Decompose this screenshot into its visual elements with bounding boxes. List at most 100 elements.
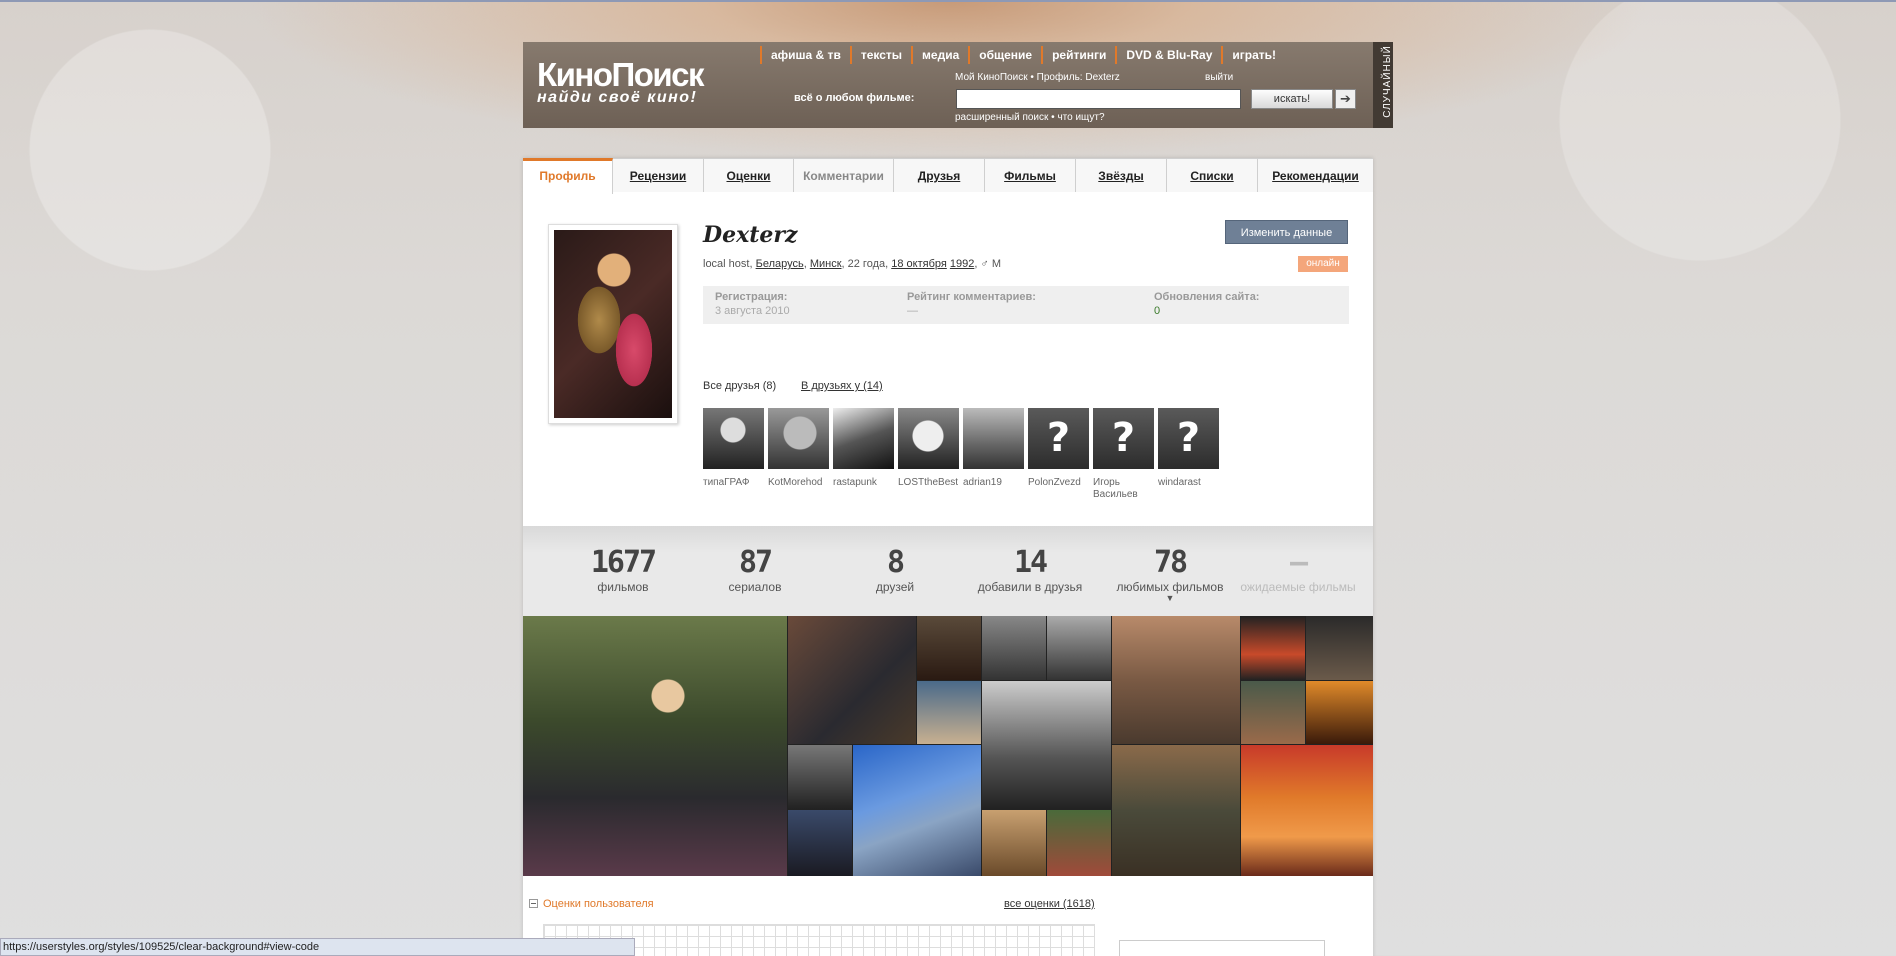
friend-item[interactable]: ? Игорь Васильев	[1093, 408, 1158, 501]
film-still[interactable]	[1047, 810, 1111, 876]
advanced-search-link[interactable]: расширенный поиск • что ищут?	[955, 112, 1105, 123]
user-ratings-header[interactable]: Оценки пользователя	[529, 898, 654, 910]
nav-item-afisha[interactable]: афиша & тв	[760, 46, 850, 64]
comments-rating-label: Рейтинг комментариев:	[907, 291, 1036, 303]
counter-series[interactable]: 87 сериалов	[695, 548, 815, 595]
updates-value: 0	[1154, 305, 1161, 317]
question-mark-icon[interactable]: ?	[1093, 408, 1154, 469]
nav-item-play[interactable]: играть!	[1221, 46, 1285, 64]
country-link[interactable]: Беларусь	[756, 258, 804, 270]
film-still[interactable]	[982, 616, 1046, 680]
all-friends-tab[interactable]: Все друзья (8)	[703, 380, 776, 392]
user-info: local host, Беларусь, Минск, 22 года, 18…	[703, 258, 1001, 270]
friend-item[interactable]: rastapunk	[833, 408, 898, 501]
counter-label: ожидаемые фильмы	[1240, 580, 1356, 594]
friend-item[interactable]: типаГРАФ	[703, 408, 768, 501]
question-mark-icon[interactable]: ?	[1158, 408, 1219, 469]
birth-date-link[interactable]: 18 октября	[891, 258, 947, 270]
film-still[interactable]	[982, 810, 1046, 876]
friend-avatar[interactable]	[963, 408, 1024, 469]
friend-avatar[interactable]	[833, 408, 894, 469]
top-navigation: афиша & тв тексты медиа общение рейтинги…	[760, 46, 1285, 66]
film-still[interactable]	[1112, 745, 1240, 876]
kinopoisk-logo[interactable]: КиноПоиск найди своё кино!	[537, 56, 705, 106]
city-link[interactable]: Минск	[810, 258, 842, 270]
friend-name[interactable]: LOSTtheBest	[898, 477, 959, 489]
collapse-icon[interactable]	[529, 899, 538, 908]
updates-block: Обновления сайта: 0	[1154, 291, 1259, 317]
film-still[interactable]	[982, 681, 1111, 809]
tab-films[interactable]: Фильмы	[985, 158, 1076, 192]
friend-name[interactable]: rastapunk	[833, 477, 894, 489]
friend-name[interactable]: Игорь Васильев	[1093, 477, 1154, 501]
film-still[interactable]	[788, 616, 916, 744]
side-box	[1119, 940, 1325, 956]
user-links[interactable]: Мой КиноПоиск • Профиль: Dexterz	[955, 72, 1120, 83]
film-still[interactable]	[788, 745, 852, 809]
tab-lists[interactable]: Списки	[1167, 158, 1258, 192]
nav-item-community[interactable]: общение	[968, 46, 1041, 64]
film-still[interactable]	[1241, 681, 1305, 744]
friend-item[interactable]: ? PolonZvezd	[1028, 408, 1093, 501]
friend-item[interactable]: ? windarast	[1158, 408, 1223, 501]
logout-link[interactable]: выйти	[1205, 72, 1233, 83]
friend-item[interactable]: LOSTtheBest	[898, 408, 963, 501]
friend-item[interactable]: KotMorehod	[768, 408, 833, 501]
film-still[interactable]	[788, 810, 852, 876]
film-still[interactable]	[1241, 616, 1305, 680]
film-still[interactable]	[523, 616, 787, 876]
friend-item[interactable]: adrian19	[963, 408, 1028, 501]
edit-profile-button[interactable]: Изменить данные	[1225, 220, 1348, 244]
all-ratings-link[interactable]: все оценки (1618)	[1004, 898, 1095, 910]
nav-item-ratings[interactable]: рейтинги	[1041, 46, 1115, 64]
in-friends-tab[interactable]: В друзьях у (14)	[801, 380, 883, 392]
registration-block: Регистрация: 3 августа 2010	[715, 291, 790, 317]
tab-reviews[interactable]: Рецензии	[613, 158, 704, 192]
tab-stars[interactable]: Звёзды	[1076, 158, 1167, 192]
search-input[interactable]	[956, 89, 1241, 109]
film-still[interactable]	[917, 616, 981, 680]
tab-recommendations[interactable]: Рекомендации	[1258, 158, 1373, 192]
friend-avatar[interactable]	[768, 408, 829, 469]
birth-year-link[interactable]: 1992	[950, 258, 974, 270]
arrow-right-icon[interactable]: ➔	[1335, 89, 1356, 109]
tab-profile[interactable]: Профиль	[523, 158, 613, 194]
counter-added-to-friends[interactable]: 14 добавили в друзья	[955, 548, 1105, 595]
tab-friends[interactable]: Друзья	[894, 158, 985, 192]
nav-item-texts[interactable]: тексты	[849, 46, 911, 64]
film-still[interactable]	[917, 681, 981, 744]
counter-films[interactable]: 1677 фильмов	[563, 545, 683, 595]
logo-title: КиноПоиск	[537, 56, 705, 93]
film-still[interactable]	[1306, 616, 1373, 680]
friend-name[interactable]: PolonZvezd	[1028, 477, 1089, 489]
tab-votes[interactable]: Оценки	[704, 158, 794, 192]
random-film-button[interactable]: СЛУЧАЙНЫЙ	[1373, 42, 1393, 128]
friend-name[interactable]: KotMorehod	[768, 477, 829, 489]
random-label: СЛУЧАЙНЫЙ	[1381, 45, 1393, 118]
nav-item-dvd[interactable]: DVD & Blu-Ray	[1115, 46, 1221, 64]
film-still[interactable]	[1112, 616, 1240, 744]
counter-label: сериалов	[728, 580, 782, 594]
counter-friends[interactable]: 8 друзей	[835, 548, 955, 595]
nav-item-media[interactable]: медиа	[911, 46, 968, 64]
avatar[interactable]	[548, 224, 678, 424]
friend-avatar[interactable]	[703, 408, 764, 469]
counter-expected-films[interactable]: — ожидаемые фильмы	[1223, 548, 1373, 595]
search-button[interactable]: искать!	[1251, 89, 1333, 109]
profile-page: Профиль Рецензии Оценки Комментарии Друз…	[523, 158, 1373, 956]
tab-comments[interactable]: Комментарии	[794, 158, 894, 192]
film-still[interactable]	[1047, 616, 1111, 680]
friend-name[interactable]: windarast	[1158, 477, 1219, 489]
film-still[interactable]	[853, 745, 981, 876]
question-mark-icon[interactable]: ?	[1028, 408, 1089, 469]
counter-value: 1677	[590, 545, 657, 580]
film-still[interactable]	[1306, 681, 1373, 744]
film-still[interactable]	[1241, 745, 1373, 876]
online-badge: онлайн	[1298, 256, 1348, 272]
gender: М	[991, 258, 1001, 270]
friend-name[interactable]: adrian19	[963, 477, 1024, 489]
friend-name[interactable]: типаГРАФ	[703, 477, 764, 489]
ratings-title: Оценки пользователя	[543, 898, 654, 910]
favorite-films-collage	[523, 616, 1373, 876]
friend-avatar[interactable]	[898, 408, 959, 469]
